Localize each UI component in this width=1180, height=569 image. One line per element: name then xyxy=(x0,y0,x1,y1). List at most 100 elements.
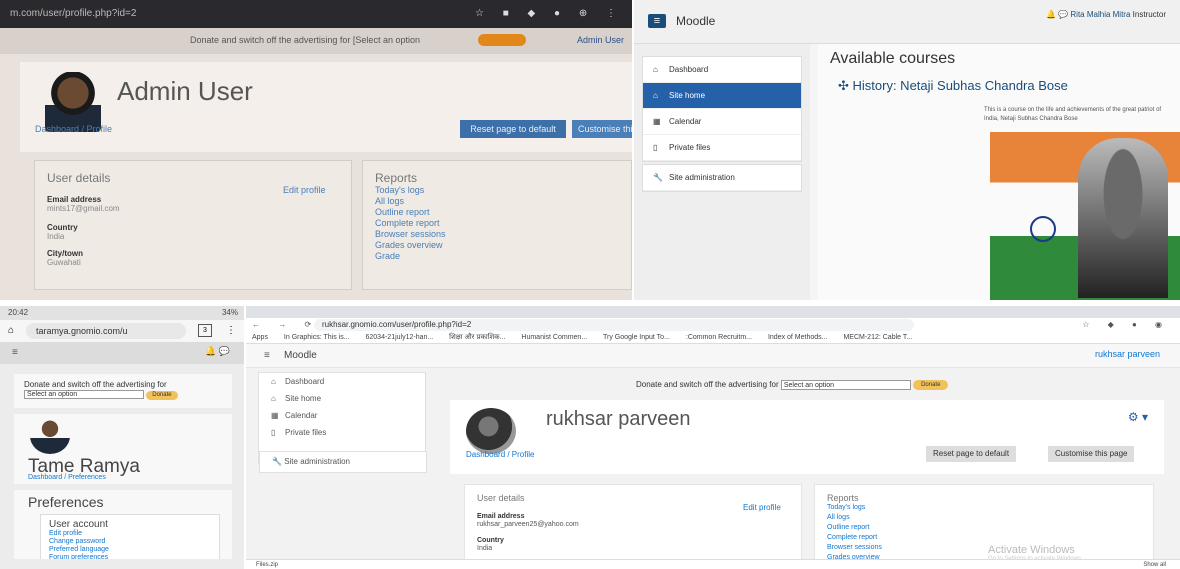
file-icon: ▯ xyxy=(271,428,276,437)
report-link[interactable]: Browser sessions xyxy=(375,229,446,240)
bookmark-item[interactable]: शिक्षा और प्रकाशिक... xyxy=(449,334,505,341)
site-home-panel: ≡ Moodle 🔔 💬 Rita Malhia Mitra Instructo… xyxy=(634,0,1180,300)
mobile-address-bar: ⌂ taramya.gnomio.com/u 3 ⋮ xyxy=(0,320,244,342)
home-icon: ⌂ xyxy=(271,394,276,403)
nav-item-site-administration[interactable]: 🔧 Site administration xyxy=(259,451,427,473)
user-menu[interactable]: 🔔 💬 Rita Malhia Mitra Instructor xyxy=(1046,10,1166,19)
report-link[interactable]: All logs xyxy=(375,196,446,207)
download-item[interactable]: Files.zip xyxy=(256,560,278,569)
hamburger-menu-icon[interactable]: ≡ xyxy=(12,347,18,358)
report-link[interactable]: Browser sessions xyxy=(827,543,882,553)
home-icon: ⌂ xyxy=(653,91,658,100)
gear-icon[interactable]: ⚙ ▾ xyxy=(1128,410,1148,424)
nav-item-calendar[interactable]: ▦ Calendar xyxy=(259,407,425,424)
breadcrumb[interactable]: Dashboard / Profile xyxy=(466,450,534,459)
nav-item-dashboard[interactable]: ⌂ Dashboard xyxy=(259,373,425,390)
field-value[interactable]: mints17@gmail.com xyxy=(47,204,120,213)
browser-tab-strip[interactable] xyxy=(246,306,1180,318)
report-link[interactable]: Grade xyxy=(375,251,446,262)
email-field: Email address rukhsar_parveen25@yahoo.co… xyxy=(477,513,579,529)
user-menu[interactable]: Admin User xyxy=(577,35,624,45)
moodle-navbar: ≡ Moodle 🔔 💬 Rita Malhia Mitra Instructo… xyxy=(634,0,1180,44)
bookmark-item[interactable]: MECM-212: Cable T... xyxy=(843,334,912,341)
reset-page-button[interactable]: Reset page to default xyxy=(460,120,566,138)
nav-item-private-files[interactable]: ▯ Private files xyxy=(643,135,801,161)
breadcrumb[interactable]: Dashboard / Preferences xyxy=(28,474,106,481)
donate-button[interactable] xyxy=(478,34,526,46)
wrench-icon: 🔧 xyxy=(653,173,663,182)
report-link[interactable]: Outline report xyxy=(375,207,446,218)
course-link[interactable]: ✣ History: Netaji Subhas Chandra Bose xyxy=(838,78,1068,94)
battery-level: 34% xyxy=(221,308,238,317)
address-bar[interactable]: m.com/user/profile.php?id=2 ☆ ■ ◆ ● ⊕ ⋮ xyxy=(0,0,632,28)
report-link[interactable]: All logs xyxy=(827,513,882,523)
nav-drawer: ⌂ Dashboard ⌂ Site home ▦ Calendar ▯ Private… xyxy=(258,372,427,473)
url-input[interactable]: rukhsar.gnomio.com/user/profile.php?id=2 xyxy=(314,319,914,331)
available-courses-heading: Available courses xyxy=(830,50,956,67)
site-brand[interactable]: Moodle xyxy=(284,350,317,361)
bookmark-item[interactable]: Index of Methods... xyxy=(768,334,828,341)
user-details-heading: User details xyxy=(477,493,525,503)
pref-link[interactable]: Edit profile xyxy=(49,530,211,538)
browser-toolbar-icons[interactable]: ☆ ■ ◆ ● ⊕ ⋮ xyxy=(475,0,624,28)
course-title[interactable]: History: Netaji Subhas Chandra Bose xyxy=(853,78,1068,93)
report-link[interactable]: Outline report xyxy=(827,523,882,533)
extension-icons[interactable]: ☆ ◆ ● ◉ xyxy=(1082,318,1170,332)
reset-page-button[interactable]: Reset page to default xyxy=(926,446,1017,462)
course-summary: This is a course on the life and achieve… xyxy=(984,107,1162,122)
edit-profile-link[interactable]: Edit profile xyxy=(743,503,781,512)
show-all-button[interactable]: Show all xyxy=(1143,560,1166,569)
nav-item-dashboard[interactable]: ⌂ Dashboard xyxy=(643,57,801,83)
phone-nav-bar xyxy=(0,559,244,569)
admin-profile-panel: m.com/user/profile.php?id=2 ☆ ■ ◆ ● ⊕ ⋮ … xyxy=(0,0,632,300)
user-account-block: User account Edit profile Change passwor… xyxy=(40,514,220,561)
donate-button[interactable]: Donate xyxy=(913,380,949,390)
donate-select[interactable]: Select an option xyxy=(780,380,911,390)
url-input[interactable]: taramya.gnomio.com/u xyxy=(26,323,186,339)
site-brand[interactable]: Moodle xyxy=(676,14,715,28)
nav-item-private-files[interactable]: ▯ Private files xyxy=(259,424,425,441)
report-link[interactable]: Grades overview xyxy=(375,240,446,251)
nav-item-label: Site administration xyxy=(284,457,350,466)
pref-link[interactable]: Change password xyxy=(49,538,211,546)
hamburger-menu-icon[interactable]: ≡ xyxy=(648,14,666,28)
nav-group: ⌂ Dashboard ⌂ Site home ▦ Calendar ▯ Private… xyxy=(642,56,802,162)
report-link[interactable]: Complete report xyxy=(827,533,882,543)
nav-drawer: ⌂ Dashboard ⌂ Site home ▦ Calendar ▯ Private… xyxy=(634,44,810,300)
edit-profile-link[interactable]: Edit profile xyxy=(283,185,326,195)
bookmark-item[interactable]: Try Google Input To... xyxy=(603,334,670,341)
nav-item-site-home[interactable]: ⌂ Site home xyxy=(259,390,425,407)
bookmarks-bar: Apps In Graphics: This is... 62034-21jul… xyxy=(246,332,1180,344)
bookmark-item[interactable]: :Common Recruitm... xyxy=(686,334,752,341)
bookmark-item[interactable]: Humanist Commen... xyxy=(521,334,587,341)
page-title: rukhsar parveen xyxy=(546,408,691,430)
chat-icon[interactable]: 💬 xyxy=(1058,10,1068,19)
back-forward-reload-icons[interactable]: ← → ⟳ xyxy=(252,318,319,332)
pref-link[interactable]: Preferred language xyxy=(49,546,211,554)
home-icon[interactable]: ⌂ xyxy=(8,320,14,342)
bell-icon[interactable]: 🔔 xyxy=(1046,10,1056,19)
nav-item-calendar[interactable]: ▦ Calendar xyxy=(643,109,801,135)
nav-item-site-home[interactable]: ⌂ Site home xyxy=(643,83,801,109)
bookmark-item[interactable]: Apps xyxy=(252,334,268,341)
dashboard-icon: ⌂ xyxy=(271,377,276,386)
nav-item-site-administration[interactable]: 🔧 Site administration xyxy=(643,165,801,191)
donate-select[interactable]: Select an option xyxy=(24,390,144,399)
user-menu[interactable]: 🔔 💬 xyxy=(205,346,230,357)
donate-button[interactable]: Donate xyxy=(146,391,178,400)
customise-page-button[interactable]: Customise this page xyxy=(572,120,632,138)
bookmark-item[interactable]: In Graphics: This is... xyxy=(284,334,350,341)
kebab-menu-icon[interactable]: ⋮ xyxy=(226,320,236,342)
field-value[interactable]: rukhsar_parveen25@yahoo.com xyxy=(477,521,579,528)
bookmark-item[interactable]: 62034-21july12-han... xyxy=(366,334,434,341)
report-link[interactable]: Today's logs xyxy=(375,185,446,196)
customise-page-button[interactable]: Customise this page xyxy=(1048,446,1135,462)
clock: 20:42 xyxy=(8,308,29,317)
hamburger-menu-icon[interactable]: ≡ xyxy=(264,350,270,361)
report-link[interactable]: Today's logs xyxy=(827,503,882,513)
report-link[interactable]: Complete report xyxy=(375,218,446,229)
breadcrumb[interactable]: Dashboard / Profile xyxy=(35,124,112,134)
user-details-heading: User details xyxy=(47,171,111,185)
user-menu[interactable]: rukhsar parveen xyxy=(1095,349,1160,359)
tab-count[interactable]: 3 xyxy=(198,324,212,337)
